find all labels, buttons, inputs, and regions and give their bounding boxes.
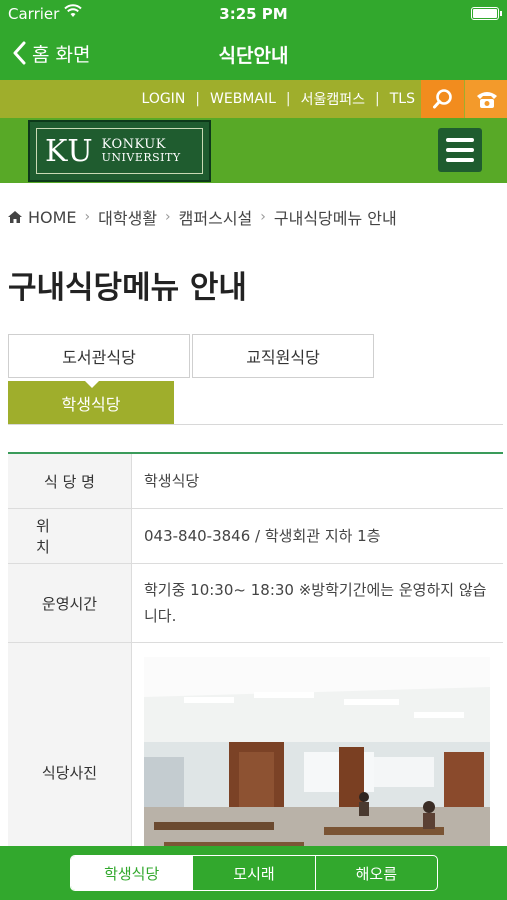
segment-haeoreum[interactable]: 해오름 <box>316 856 437 890</box>
tab-staff-cafeteria[interactable]: 교직원식당 <box>192 334 374 378</box>
row-value: 학기중 10:30~ 18:30 ※방학기간에는 운영하지 않습니다. <box>144 581 487 625</box>
search-icon <box>432 89 452 109</box>
row-value: 043-840-3846 / 학생회관 지하 1층 <box>144 527 381 545</box>
tab-student-cafeteria[interactable]: 학생식당 <box>8 381 174 425</box>
table-row: 위 치 043-840-3846 / 학생회관 지하 1층 <box>8 509 503 564</box>
segment-mosirae[interactable]: 모시래 <box>193 856 316 890</box>
utility-links: LOGIN | WEBMAIL | 서울캠퍼스 | TLS <box>142 80 415 118</box>
breadcrumb-current: 구내식당메뉴 안내 <box>273 209 397 228</box>
logo-monogram: KU <box>45 133 94 169</box>
breadcrumb: HOME › 대학생활 › 캠퍼스시설 › 구내식당메뉴 안내 <box>8 205 397 229</box>
utility-bar: LOGIN | WEBMAIL | 서울캠퍼스 | TLS <box>0 80 507 118</box>
tls-link[interactable]: TLS <box>390 91 415 107</box>
row-label: 운영시간 <box>8 564 132 642</box>
search-button[interactable] <box>421 80 464 118</box>
webmail-link[interactable]: WEBMAIL <box>210 91 276 107</box>
hamburger-menu-button[interactable] <box>438 128 482 172</box>
row-label: 위 치 <box>8 509 132 563</box>
brand-bar: KU KONKUK UNIVERSITY <box>0 118 507 183</box>
seoul-campus-link[interactable]: 서울캠퍼스 <box>301 89 365 109</box>
phone-button[interactable] <box>465 80 507 118</box>
row-label: 식 당 명 <box>8 454 132 508</box>
table-row: 운영시간 학기중 10:30~ 18:30 ※방학기간에는 운영하지 않습니다. <box>8 564 503 643</box>
table-row: 식 당 명 학생식당 <box>8 454 503 509</box>
chevron-right-icon: › <box>84 209 91 225</box>
clock: 3:25 PM <box>219 5 288 23</box>
row-value: 학생식당 <box>144 472 200 490</box>
menu-bar-icon <box>446 148 474 152</box>
bottom-bar: 학생식당 모시래 해오름 <box>0 846 507 900</box>
menu-bar-icon <box>446 158 474 162</box>
home-icon <box>8 211 22 223</box>
phone-icon <box>476 92 497 108</box>
breadcrumb-home[interactable]: HOME <box>28 208 77 227</box>
divider: | <box>195 91 201 107</box>
page-title: 구내식당메뉴 안내 <box>8 270 247 306</box>
login-link[interactable]: LOGIN <box>142 91 186 107</box>
konkuk-logo[interactable]: KU KONKUK UNIVERSITY <box>28 120 211 182</box>
status-bar: Carrier 3:25 PM <box>0 0 507 28</box>
menu-bar-icon <box>446 138 474 142</box>
chevron-right-icon: › <box>260 209 266 225</box>
cafeteria-segmented-control: 학생식당 모시래 해오름 <box>70 855 438 891</box>
breadcrumb-item[interactable]: 대학생활 <box>98 205 157 229</box>
navigation-bar: 홈 화면 식단안내 <box>0 28 507 80</box>
chevron-right-icon: › <box>165 209 171 225</box>
tab-library-cafeteria[interactable]: 도서관식당 <box>8 334 190 378</box>
nav-title: 식단안내 <box>218 45 289 67</box>
segment-student-cafeteria[interactable]: 학생식당 <box>71 856 194 890</box>
divider: | <box>375 91 380 107</box>
logo-line-2: UNIVERSITY <box>101 151 181 164</box>
divider: | <box>285 91 291 107</box>
battery-icon <box>471 7 502 20</box>
cafeteria-info-table: 식 당 명 학생식당 위 치 043-840-3846 / 학생회관 지하 1층… <box>8 452 503 900</box>
logo-line-1: KONKUK <box>101 137 166 152</box>
breadcrumb-item[interactable]: 캠퍼스시설 <box>179 205 253 229</box>
divider <box>8 424 503 425</box>
